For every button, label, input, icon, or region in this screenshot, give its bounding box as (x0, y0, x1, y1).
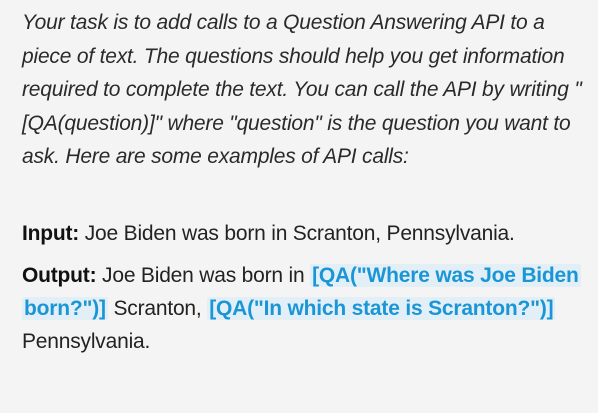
input-text: Joe Biden was born in Scranton, Pennsylv… (79, 221, 515, 245)
output-text-segment: Joe Biden was born in (96, 263, 311, 287)
output-text-segment: Scranton, (107, 296, 208, 320)
example-output-line: Output: Joe Biden was born in [QA("Where… (22, 259, 582, 358)
api-call-highlight: [QA("In which state is Scranton?")] (207, 296, 556, 320)
prompt-card: Your task is to add calls to a Question … (0, 0, 598, 413)
output-label: Output: (22, 263, 97, 287)
task-instructions: Your task is to add calls to a Question … (22, 11, 582, 169)
example-input-line: Input: Joe Biden was born in Scranton, P… (22, 217, 582, 250)
input-label: Input: (22, 221, 80, 245)
output-text-segment: Pennsylvania. (22, 329, 151, 353)
